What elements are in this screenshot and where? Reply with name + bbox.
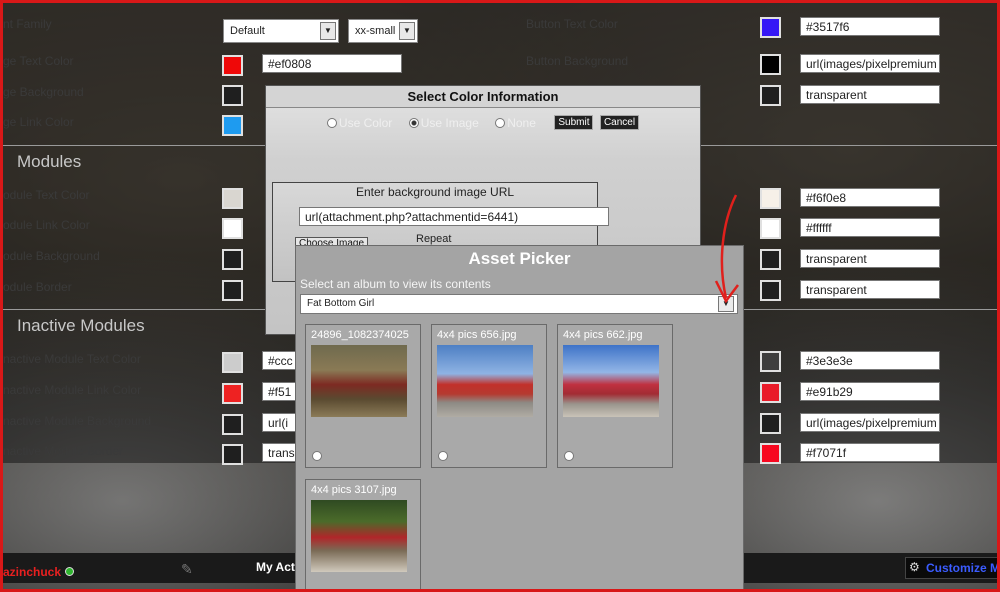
label-font-family: nt Family [3, 17, 52, 31]
red-arrow-annotation-icon [714, 194, 739, 304]
label-module-background: odule Background [3, 249, 100, 263]
label-background: ge Background [3, 85, 84, 99]
button-text-color-field[interactable]: #3517f6 [800, 17, 940, 36]
customize-label: Customize M [926, 561, 1000, 575]
module-text-swatch[interactable] [222, 188, 243, 209]
module-link-right-swatch[interactable] [760, 218, 781, 239]
album-select[interactable]: Fat Bottom Girl ▼ [300, 294, 738, 314]
asset-item[interactable]: 24896_1082374025 [305, 324, 421, 468]
button-background-field[interactable]: url(images/pixelpremium [800, 54, 940, 73]
none-radio[interactable] [495, 117, 506, 128]
label-inactive-border: nactive Module Border [3, 444, 124, 458]
use-image-label: Use Image [420, 115, 479, 130]
font-size-select[interactable]: xx-small ▼ [348, 19, 418, 43]
asset-item[interactable]: 4x4 pics 3107.jpg [305, 479, 421, 589]
use-color-radio[interactable] [326, 117, 337, 128]
repeat-label: Repeat [416, 233, 452, 245]
color-mode-options: Use Color Use Image None Submit Cancel [266, 114, 700, 132]
none-label: None [507, 115, 536, 130]
module-link-right-field[interactable]: #ffffff [800, 218, 940, 237]
customize-button[interactable]: ⚙ Customize M [905, 557, 1000, 579]
url-caption: Enter background image URL [355, 185, 515, 199]
right-row3-field[interactable]: transparent [800, 85, 940, 104]
section-title-inactive-modules: Inactive Modules [17, 316, 145, 335]
album-instruction: Select an album to view its contents [300, 277, 491, 291]
label-inactive-background: nactive Module Background [3, 414, 152, 428]
use-image-radio[interactable] [408, 117, 419, 128]
module-bg-right-field[interactable]: transparent [800, 249, 940, 268]
inactive-text-swatch[interactable] [222, 352, 243, 373]
font-size-value: xx-small [355, 25, 396, 37]
inactive-border-swatch[interactable] [222, 444, 243, 465]
inactive-text-right-field[interactable]: #3e3e3e [800, 351, 940, 370]
module-border-swatch[interactable] [222, 280, 243, 301]
inactive-link-right-swatch[interactable] [760, 382, 781, 403]
section-title-modules: Modules [17, 152, 82, 171]
inactive-text-right-swatch[interactable] [760, 351, 781, 372]
inactive-bg-right-field[interactable]: url(images/pixelpremium [800, 413, 940, 432]
asset-name: 4x4 pics 3107.jpg [311, 484, 397, 496]
label-module-border: odule Border [3, 280, 72, 294]
module-link-swatch[interactable] [222, 218, 243, 239]
asset-thumbnail[interactable] [437, 345, 533, 417]
asset-thumbnail[interactable] [311, 345, 407, 417]
label-module-text-color: odule Text Color [3, 188, 90, 202]
button-text-swatch[interactable] [760, 17, 781, 38]
module-bg-right-swatch[interactable] [760, 249, 781, 270]
use-color-label: Use Color [338, 115, 393, 130]
module-border-right-field[interactable]: transparent [800, 280, 940, 299]
text-color-field[interactable]: #ef0808 [262, 54, 402, 73]
dialog-title: Select Color Information [266, 86, 700, 108]
asset-picker-title: Asset Picker [468, 249, 571, 268]
right-row3-swatch[interactable] [760, 85, 781, 106]
submit-button[interactable]: Submit [554, 115, 594, 131]
font-family-value: Default [230, 25, 265, 37]
pencil-icon[interactable]: ✎ [181, 561, 193, 578]
asset-item[interactable]: 4x4 pics 662.jpg [557, 324, 673, 468]
label-link-color: ge Link Color [3, 115, 74, 129]
module-text-right-swatch[interactable] [760, 188, 781, 209]
inactive-border-right-swatch[interactable] [760, 443, 781, 464]
asset-thumbnail[interactable] [311, 500, 407, 572]
asset-name: 4x4 pics 656.jpg [437, 329, 517, 341]
inactive-bg-right-swatch[interactable] [760, 413, 781, 434]
module-text-right-field[interactable]: #f6f0e8 [800, 188, 940, 207]
label-button-text-color: Button Text Color [526, 17, 618, 31]
album-select-value: Fat Bottom Girl [307, 298, 375, 309]
inactive-background-swatch[interactable] [222, 414, 243, 435]
module-background-swatch[interactable] [222, 249, 243, 270]
asset-name: 4x4 pics 662.jpg [563, 329, 643, 341]
inactive-link-swatch[interactable] [222, 383, 243, 404]
text-color-swatch[interactable] [222, 55, 243, 76]
label-inactive-link: nactive Module Link Color [3, 383, 142, 397]
asset-select-radio[interactable] [564, 451, 574, 461]
link-color-swatch[interactable] [222, 115, 243, 136]
inactive-border-right-field[interactable]: #f7071f [800, 443, 940, 462]
my-activity-tab[interactable]: My Act [256, 560, 295, 574]
font-family-select[interactable]: Default ▼ [223, 19, 339, 43]
asset-thumbnail[interactable] [563, 345, 659, 417]
online-status-icon [65, 567, 74, 576]
label-inactive-text: nactive Module Text Color [3, 352, 141, 366]
chevron-down-icon[interactable]: ▼ [399, 22, 415, 40]
cancel-button[interactable]: Cancel [599, 115, 640, 131]
username-link[interactable]: azinchuck [3, 565, 61, 579]
label-text-color: ge Text Color [3, 54, 74, 68]
screenshot-frame: nt Family ge Text Color ge Background ge… [0, 0, 1000, 592]
label-button-background: Button Background [526, 54, 629, 68]
image-url-field[interactable]: url(attachment.php?attachmentid=6441) [299, 207, 609, 226]
inactive-link-right-field[interactable]: #e91b29 [800, 382, 940, 401]
asset-item[interactable]: 4x4 pics 656.jpg [431, 324, 547, 468]
asset-picker-dialog: Asset Picker Select an album to view its… [295, 245, 744, 589]
wrench-icon: ⚙ [909, 560, 920, 574]
module-border-right-swatch[interactable] [760, 280, 781, 301]
chevron-down-icon[interactable]: ▼ [320, 22, 336, 40]
asset-name: 24896_1082374025 [311, 329, 409, 341]
label-module-link-color: odule Link Color [3, 218, 90, 232]
asset-select-radio[interactable] [438, 451, 448, 461]
background-swatch[interactable] [222, 85, 243, 106]
asset-select-radio[interactable] [312, 451, 322, 461]
button-background-swatch[interactable] [760, 54, 781, 75]
